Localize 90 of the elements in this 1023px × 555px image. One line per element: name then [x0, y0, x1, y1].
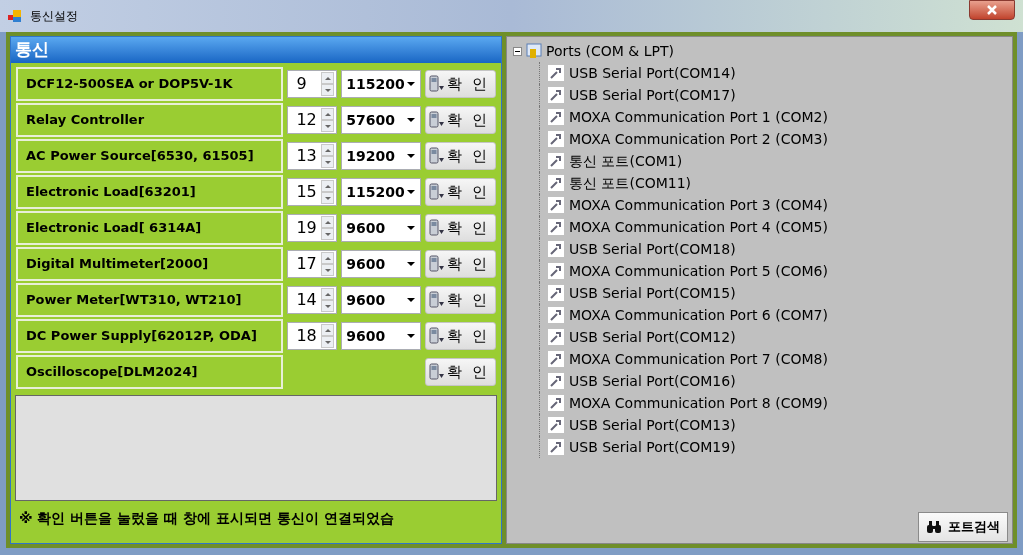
- connector-icon: [548, 175, 564, 191]
- app-icon: [8, 9, 22, 23]
- device-icon: [429, 75, 446, 93]
- baud-dropdown[interactable]: 115200: [341, 70, 422, 98]
- confirm-button[interactable]: 확 인: [425, 214, 496, 242]
- hint-text: ※ 확인 버튼을 눌렀을 때 창에 표시되면 통신이 연결되었습: [19, 509, 395, 528]
- confirm-button[interactable]: 확 인: [425, 70, 496, 98]
- tree-item[interactable]: Ports (COM & LPT): [546, 40, 674, 62]
- tree-item[interactable]: MOXA Communication Port 6 (COM7): [569, 304, 828, 326]
- confirm-button[interactable]: 확 인: [425, 142, 496, 170]
- connector-icon: [548, 329, 564, 345]
- close-icon: [986, 5, 998, 15]
- tree-item[interactable]: USB Serial Port(COM16): [569, 370, 736, 392]
- device-label: AC Power Source[6530, 61505]: [16, 139, 284, 173]
- device-label: Digital Multimeter[2000]: [16, 247, 284, 281]
- device-icon: [429, 219, 446, 237]
- connector-icon: [548, 417, 564, 433]
- device-icon: [429, 255, 446, 273]
- tree-item[interactable]: MOXA Communication Port 3 (COM4): [569, 194, 828, 216]
- connector-icon: [548, 395, 564, 411]
- port-spinner[interactable]: 12: [287, 106, 338, 134]
- collapse-toggle[interactable]: [513, 46, 522, 56]
- baud-dropdown[interactable]: 9600: [341, 322, 422, 350]
- device-label: Electronic Load[ 6314A]: [16, 211, 284, 245]
- connector-icon: [548, 109, 564, 125]
- port-spinner[interactable]: 18: [287, 322, 338, 350]
- baud-dropdown[interactable]: 19200: [341, 142, 422, 170]
- port-spinner[interactable]: 13: [287, 142, 338, 170]
- device-label: Relay Controller: [16, 103, 284, 137]
- connector-icon: [548, 131, 564, 147]
- confirm-button[interactable]: 확 인: [425, 286, 496, 314]
- tree-item[interactable]: USB Serial Port(COM15): [569, 282, 736, 304]
- device-icon: [429, 111, 446, 129]
- confirm-button[interactable]: 확 인: [425, 358, 496, 386]
- port-spinner[interactable]: 15: [287, 178, 338, 206]
- tree-item[interactable]: MOXA Communication Port 5 (COM6): [569, 260, 828, 282]
- port-spinner[interactable]: 14: [287, 286, 338, 314]
- baud-dropdown[interactable]: 115200: [341, 178, 422, 206]
- tree-item[interactable]: MOXA Communication Port 8 (COM9): [569, 392, 828, 414]
- tree-item[interactable]: MOXA Communication Port 7 (COM8): [569, 348, 828, 370]
- panel-title: 통신: [15, 38, 49, 62]
- tree-item[interactable]: USB Serial Port(COM17): [569, 84, 736, 106]
- confirm-button[interactable]: 확 인: [425, 178, 496, 206]
- confirm-button[interactable]: 확 인: [425, 322, 496, 350]
- device-icon: [429, 363, 446, 381]
- tree-item[interactable]: USB Serial Port(COM13): [569, 414, 736, 436]
- baud-dropdown[interactable]: 9600: [341, 250, 422, 278]
- port-search-button[interactable]: 포트검색: [918, 512, 1008, 542]
- tree-item[interactable]: USB Serial Port(COM18): [569, 238, 736, 260]
- device-label: DC Power Supply[62012P, ODA]: [16, 319, 284, 353]
- device-icon: [429, 291, 446, 309]
- close-button[interactable]: [969, 0, 1015, 20]
- confirm-button[interactable]: 확 인: [425, 106, 496, 134]
- tree-item[interactable]: MOXA Communication Port 2 (COM3): [569, 128, 828, 150]
- confirm-button[interactable]: 확 인: [425, 250, 496, 278]
- tree-item[interactable]: MOXA Communication Port 4 (COM5): [569, 216, 828, 238]
- tree-item[interactable]: MOXA Communication Port 1 (COM2): [569, 106, 828, 128]
- connector-icon: [548, 307, 564, 323]
- baud-dropdown[interactable]: 9600: [341, 286, 422, 314]
- tree-item[interactable]: USB Serial Port(COM19): [569, 436, 736, 458]
- device-icon: [429, 327, 446, 345]
- device-label: Power Meter[WT310, WT210]: [16, 283, 284, 317]
- baud-dropdown[interactable]: 57600: [341, 106, 422, 134]
- device-label: DCF12-500SEA or DOP5V-1K: [16, 67, 284, 101]
- device-icon: [429, 147, 446, 165]
- connector-icon: [548, 351, 564, 367]
- folder-icon: [525, 43, 543, 59]
- device-label: Oscilloscope[DLM2024]: [16, 355, 284, 389]
- device-icon: [429, 183, 446, 201]
- connector-icon: [548, 373, 564, 389]
- connector-icon: [548, 65, 564, 81]
- tree-item[interactable]: USB Serial Port(COM14): [569, 62, 736, 84]
- device-label: Electronic Load[63201]: [16, 175, 284, 209]
- connector-icon: [548, 197, 564, 213]
- connector-icon: [548, 153, 564, 169]
- connector-icon: [548, 263, 564, 279]
- port-spinner[interactable]: 17: [287, 250, 338, 278]
- connector-icon: [548, 87, 564, 103]
- window-title: 통신설정: [30, 8, 78, 25]
- connector-icon: [548, 241, 564, 257]
- connector-icon: [548, 439, 564, 455]
- baud-dropdown[interactable]: 9600: [341, 214, 422, 242]
- port-spinner[interactable]: 19: [287, 214, 338, 242]
- tree-item[interactable]: USB Serial Port(COM12): [569, 326, 736, 348]
- connector-icon: [548, 219, 564, 235]
- connector-icon: [548, 285, 564, 301]
- binoculars-icon: [926, 521, 942, 533]
- tree-item[interactable]: 통신 포트(COM1): [569, 150, 683, 172]
- tree-item[interactable]: 통신 포트(COM11): [569, 172, 692, 194]
- port-spinner[interactable]: 9: [287, 70, 338, 98]
